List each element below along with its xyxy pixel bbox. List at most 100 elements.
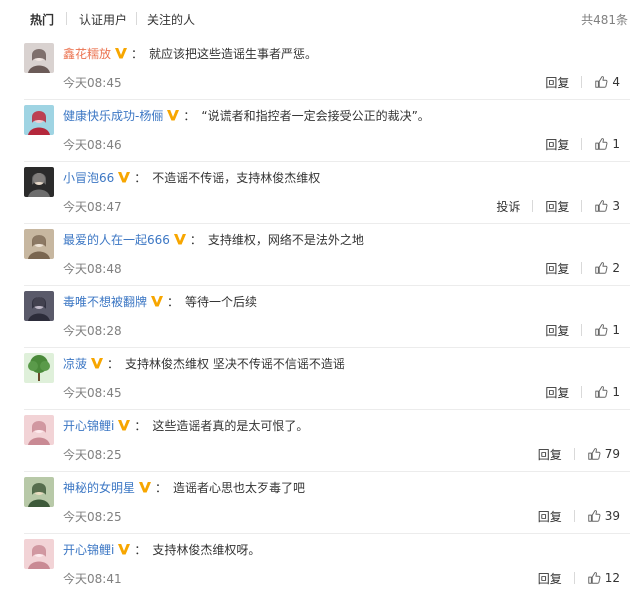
comment-time: 今天08:28: [63, 324, 122, 338]
comment-actions: 回复 12: [538, 570, 620, 586]
comment-actions: 投诉 回复 3: [496, 198, 620, 214]
like-count: 1: [612, 385, 620, 399]
thumbs-up-icon: [595, 324, 608, 336]
comment-tabs: 热门 认证用户 关注的人 共481条: [0, 0, 640, 36]
colon: ：: [167, 294, 180, 309]
comment-item: 开心锦鲤i ： 这些造谣者真的是太可恨了。 今天08:25 回复 79: [0, 410, 640, 472]
like-button[interactable]: 39: [587, 509, 620, 523]
avatar[interactable]: [24, 477, 54, 507]
like-button[interactable]: 79: [587, 447, 620, 461]
colon: ：: [183, 108, 196, 123]
thumbs-up-icon: [595, 76, 608, 88]
comment-actions: 回复 2: [545, 260, 620, 276]
like-count: 79: [604, 447, 620, 461]
reply-button[interactable]: 回复: [545, 198, 569, 215]
comment-time: 今天08:45: [63, 386, 122, 400]
thumbs-up-icon: [587, 448, 601, 460]
tab-verified-users[interactable]: 认证用户: [79, 11, 127, 28]
action-divider: [581, 76, 583, 88]
colon: ：: [131, 46, 144, 61]
like-count: 12: [604, 571, 620, 585]
reply-button[interactable]: 回复: [538, 508, 562, 525]
comment-line: 开心锦鲤i ： 支持林俊杰维权呀。: [63, 540, 630, 558]
username-link[interactable]: 开心锦鲤i: [63, 541, 114, 558]
like-button[interactable]: 2: [594, 261, 620, 275]
action-divider: [581, 262, 583, 274]
username-link[interactable]: 鑫花糯放: [63, 45, 111, 62]
reply-button[interactable]: 回复: [545, 260, 569, 277]
avatar[interactable]: [24, 229, 54, 259]
comment-total-count: 共481条: [581, 13, 628, 27]
comment-line: 凉菠 ： 支持林俊杰维权 坚决不传谣不信谣不造谣: [63, 354, 630, 372]
thumbs-up-icon: [595, 262, 608, 274]
v-badge-icon: [91, 358, 104, 369]
comment-item: 毒唯不想被翻牌 ： 等待一个后续 今天08:28 回复 1: [0, 286, 640, 348]
comment-time: 今天08:48: [63, 262, 122, 276]
comment-text: 这些造谣者真的是太可恨了。: [152, 418, 309, 433]
avatar[interactable]: [24, 415, 54, 445]
report-button[interactable]: 投诉: [496, 198, 520, 215]
v-badge-icon: [118, 420, 131, 431]
avatar[interactable]: [24, 353, 54, 383]
tab-divider: [66, 12, 67, 25]
like-button[interactable]: 1: [594, 385, 620, 399]
like-count: 2: [612, 261, 620, 275]
comment-line: 神秘的女明星 ： 造谣者心思也太歹毒了吧: [63, 478, 630, 496]
avatar[interactable]: [24, 539, 54, 569]
comment-item: 鑫花糯放 ： 就应该把这些造谣生事者严惩。 今天08:45 回复 4: [0, 38, 640, 100]
like-count: 39: [604, 509, 620, 523]
comment-text: 不造谣不传谣，支持林俊杰维权: [152, 170, 321, 185]
reply-button[interactable]: 回复: [545, 322, 569, 339]
avatar[interactable]: [24, 167, 54, 197]
username-link[interactable]: 小冒泡66: [63, 169, 114, 186]
like-button[interactable]: 1: [594, 323, 620, 337]
avatar[interactable]: [24, 291, 54, 321]
action-divider: [581, 200, 583, 212]
comment-actions: 回复 1: [545, 136, 620, 152]
comment-item: 最爱的人在一起666 ： 支持维权，网络不是法外之地 今天08:48 回复 2: [0, 224, 640, 286]
like-count: 1: [612, 323, 620, 337]
reply-button[interactable]: 回复: [538, 570, 562, 587]
comment-time: 今天08:45: [63, 76, 122, 90]
reply-button[interactable]: 回复: [538, 446, 562, 463]
v-badge-icon: [118, 172, 131, 183]
like-count: 1: [612, 137, 620, 151]
comment-actions: 回复 39: [538, 508, 620, 524]
username-link[interactable]: 毒唯不想被翻牌: [63, 293, 147, 310]
like-button[interactable]: 4: [594, 75, 620, 89]
like-button[interactable]: 3: [594, 199, 620, 213]
reply-button[interactable]: 回复: [545, 384, 569, 401]
comment-line: 小冒泡66 ： 不造谣不传谣，支持林俊杰维权: [63, 168, 630, 186]
tab-following[interactable]: 关注的人: [147, 11, 195, 28]
comment-line: 鑫花糯放 ： 就应该把这些造谣生事者严惩。: [63, 44, 630, 62]
like-button[interactable]: 12: [587, 571, 620, 585]
comment-item: 小冒泡66 ： 不造谣不传谣，支持林俊杰维权 今天08:47 投诉 回复 3: [0, 162, 640, 224]
reply-button[interactable]: 回复: [545, 136, 569, 153]
like-count: 4: [612, 75, 620, 89]
username-link[interactable]: 神秘的女明星: [63, 479, 135, 496]
comment-item: 健康快乐成功-杨俪 ： “说谎者和指控者一定会接受公正的裁决”。 今天08:46…: [0, 100, 640, 162]
username-link[interactable]: 凉菠: [63, 355, 87, 372]
reply-button[interactable]: 回复: [545, 74, 569, 91]
thumbs-up-icon: [595, 386, 608, 398]
username-link[interactable]: 最爱的人在一起666: [63, 231, 170, 248]
comment-text: 等待一个后续: [185, 294, 258, 309]
action-divider: [573, 572, 575, 584]
like-button[interactable]: 1: [594, 137, 620, 151]
v-badge-icon: [118, 544, 131, 555]
action-divider: [573, 510, 575, 522]
v-badge-icon: [115, 48, 128, 59]
action-divider: [581, 386, 583, 398]
tab-hot[interactable]: 热门: [30, 11, 54, 28]
avatar[interactable]: [24, 43, 54, 73]
comment-actions: 回复 79: [538, 446, 620, 462]
comment-line: 开心锦鲤i ： 这些造谣者真的是太可恨了。: [63, 416, 630, 434]
username-link[interactable]: 健康快乐成功-杨俪: [63, 107, 163, 124]
avatar[interactable]: [24, 105, 54, 135]
username-link[interactable]: 开心锦鲤i: [63, 417, 114, 434]
comment-text: “说谎者和指控者一定会接受公正的裁决”。: [201, 108, 430, 123]
thumbs-up-icon: [587, 572, 601, 584]
action-divider: [581, 324, 583, 336]
comment-text: 支持林俊杰维权 坚决不传谣不信谣不造谣: [125, 356, 345, 371]
action-divider: [581, 138, 583, 150]
